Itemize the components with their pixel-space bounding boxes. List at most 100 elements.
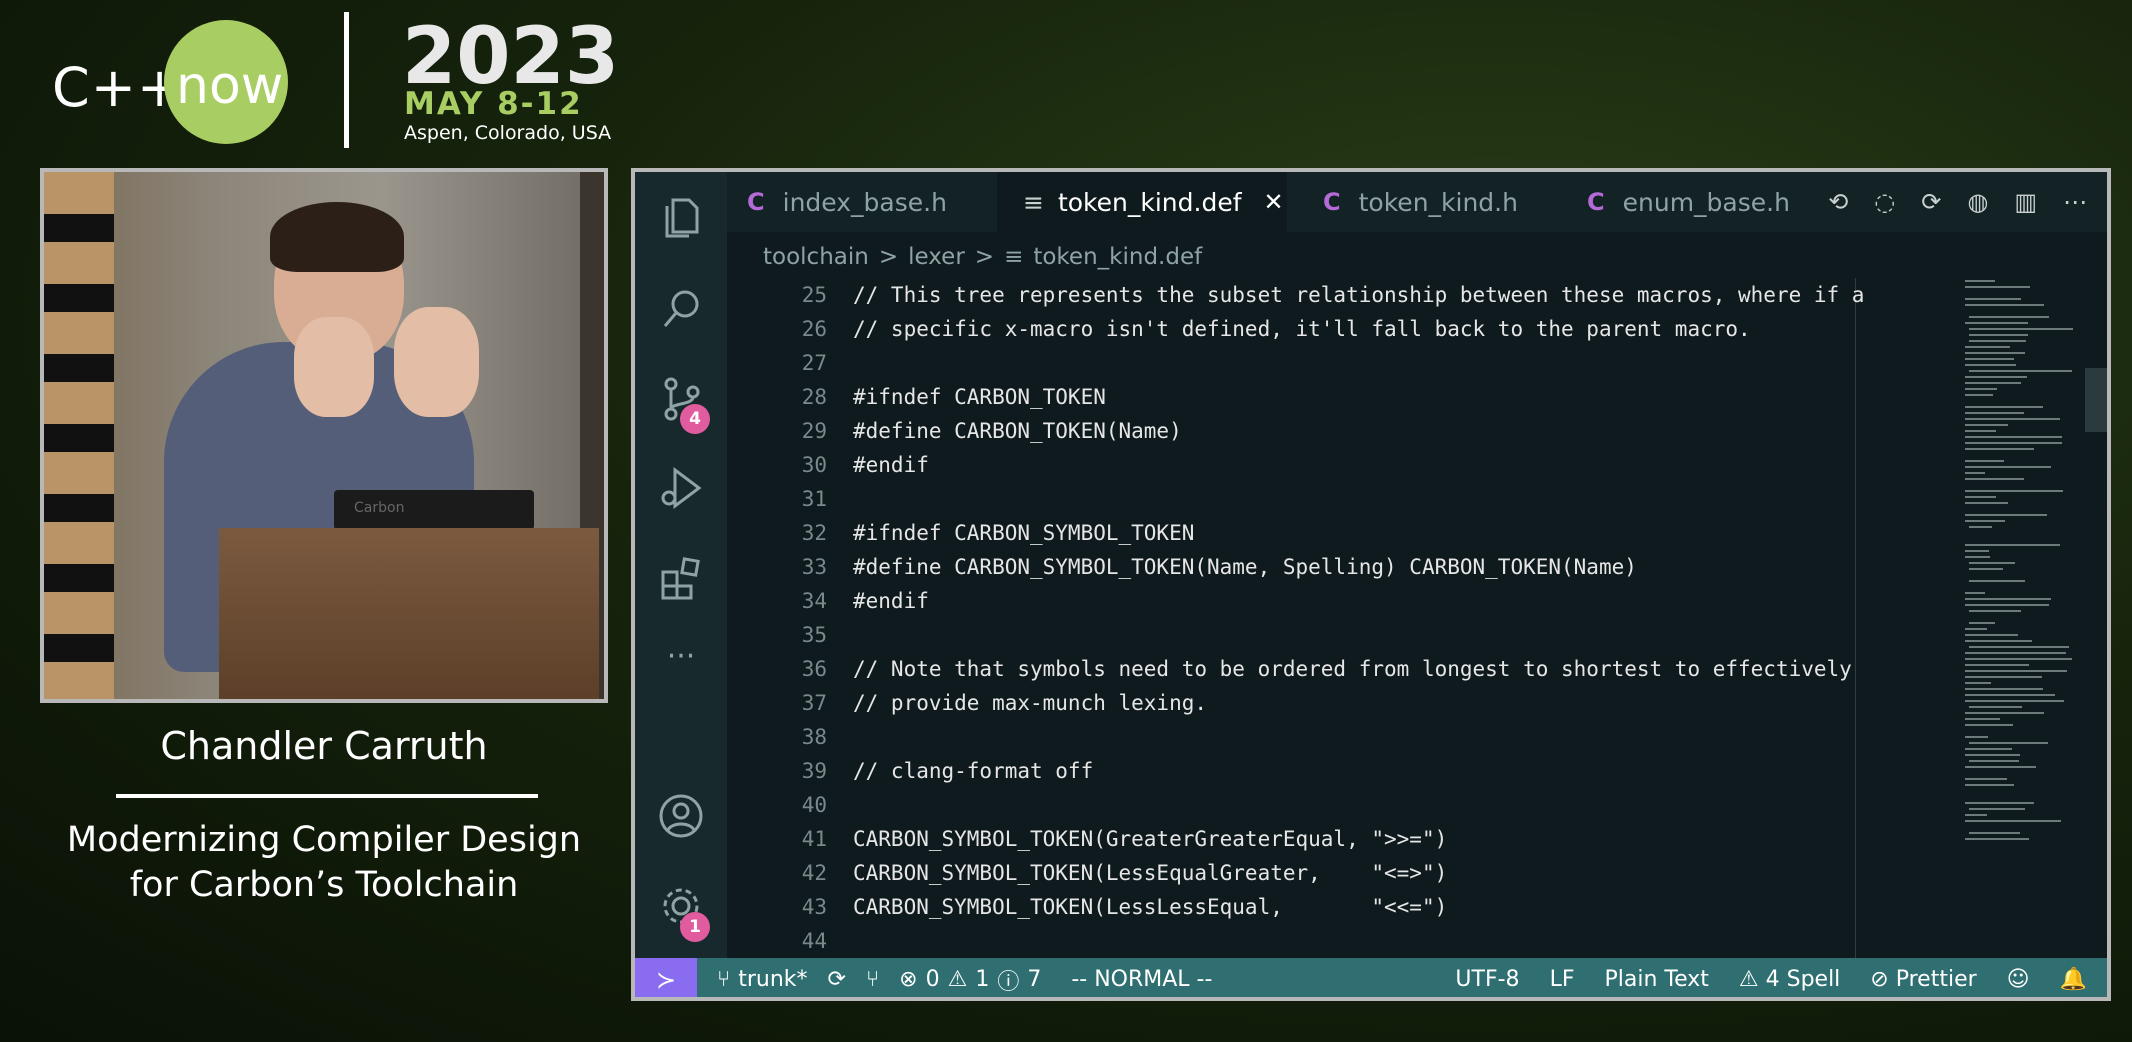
- code-line[interactable]: 34 #endif: [727, 584, 929, 618]
- search-icon[interactable]: [657, 284, 705, 332]
- close-icon[interactable]: ✕: [1264, 188, 1284, 216]
- tab-token-kind-def[interactable]: ≡ token_kind.def ✕: [997, 172, 1287, 232]
- more-icon[interactable]: ···: [657, 642, 705, 690]
- speaker-right-hand: [394, 307, 479, 417]
- code-line[interactable]: 27: [727, 346, 853, 380]
- remote-icon[interactable]: ≻: [635, 958, 697, 997]
- code-line[interactable]: 31: [727, 482, 853, 516]
- info-count: 7: [1027, 967, 1042, 992]
- podium: [219, 528, 599, 699]
- minimap-line: [1969, 316, 2049, 318]
- code-area[interactable]: 25 // This tree represents the subset rel…: [727, 278, 1957, 958]
- code-line[interactable]: 44: [727, 924, 853, 958]
- code-line[interactable]: 41 CARBON_SYMBOL_TOKEN(GreaterGreaterEqua…: [727, 822, 1448, 856]
- code-line[interactable]: 40: [727, 788, 853, 822]
- eol-item[interactable]: LF: [1550, 967, 1575, 992]
- minimap-line: [1965, 838, 2029, 840]
- tab-enum-base[interactable]: C enum_base.h: [1573, 172, 1823, 232]
- breadcrumb-lexer[interactable]: lexer: [908, 244, 965, 270]
- warning-icon: ⚠: [1738, 967, 1766, 992]
- tab-token-kind-h[interactable]: C token_kind.h: [1307, 172, 1547, 232]
- code-line[interactable]: 43 CARBON_SYMBOL_TOKEN(LessLessEqual, "<<…: [727, 890, 1448, 924]
- line-number: 44: [801, 929, 827, 953]
- minimap-line: [1965, 700, 2064, 702]
- conference-logo: C++ now 2023 MAY 8-12 Aspen, Colorado, U…: [52, 12, 619, 148]
- minimap-line: [1969, 370, 2072, 372]
- minimap-line: [1969, 610, 2021, 612]
- git-graph-icon[interactable]: ⑂: [866, 967, 879, 992]
- status-right: UTF-8 LF Plain Text ⚠ 4 Spell ⊘ Prettier…: [1455, 958, 2087, 997]
- code-line[interactable]: 35: [727, 618, 853, 652]
- error-icon: ⊗: [899, 967, 918, 992]
- go-back-icon[interactable]: ⟲: [1828, 188, 1848, 216]
- account-icon[interactable]: [657, 792, 705, 840]
- extensions-icon[interactable]: [657, 554, 705, 602]
- minimap-line: [1965, 748, 2012, 750]
- logo-now-text: now: [176, 56, 284, 116]
- files-icon[interactable]: [657, 194, 705, 242]
- minimap-line: [1965, 664, 2029, 666]
- plain-file-icon: ≡: [1004, 244, 1024, 270]
- branch-item[interactable]: ⑂ trunk*: [717, 967, 808, 992]
- conference-dates: MAY 8-12: [404, 86, 583, 122]
- notifications-bell-icon[interactable]: 🔔: [2060, 967, 2087, 992]
- code-line[interactable]: 26 // specific x-macro isn't defined, it'…: [727, 312, 1751, 346]
- code-line[interactable]: 30 #endif: [727, 448, 929, 482]
- line-text: // This tree represents the subset relat…: [853, 283, 1865, 307]
- code-line[interactable]: 36 // Note that symbols need to be ordere…: [727, 652, 1852, 686]
- language-mode-item[interactable]: Plain Text: [1604, 967, 1708, 992]
- tab-label: index_base.h: [782, 187, 947, 217]
- tab-index-base[interactable]: C index_base.h: [747, 172, 997, 232]
- minimap-line: [1965, 352, 2025, 354]
- code-line[interactable]: 33 #define CARBON_SYMBOL_TOKEN(Name, Spel…: [727, 550, 1637, 584]
- run-debug-icon[interactable]: [657, 464, 705, 512]
- more-actions-icon[interactable]: ⋯: [2063, 188, 2087, 216]
- breadcrumb-file[interactable]: token_kind.def: [1033, 244, 1202, 270]
- code-line[interactable]: 25 // This tree represents the subset rel…: [727, 278, 1865, 312]
- code-line[interactable]: 28 #ifndef CARBON_TOKEN: [727, 380, 1106, 414]
- minimap-line: [1965, 670, 2067, 672]
- minimap-line: [1965, 388, 1997, 390]
- minimap-line: [1965, 736, 1988, 738]
- warning-icon: ⚠: [947, 967, 968, 992]
- code-line[interactable]: 39 // clang-format off: [727, 754, 1094, 788]
- code-line[interactable]: 29 #define CARBON_TOKEN(Name): [727, 414, 1182, 448]
- minimap[interactable]: [1965, 280, 2105, 930]
- minimap-line: [1969, 706, 2022, 708]
- speaker-name: Chandler Carruth: [160, 724, 488, 768]
- line-number: 40: [801, 793, 827, 817]
- minimap-line: [1965, 304, 2044, 306]
- go-forward-icon[interactable]: ⟳: [1921, 188, 1941, 216]
- timeline-icon[interactable]: ◍: [1967, 188, 1988, 216]
- activity-bar: 4 ··· 1: [635, 172, 727, 958]
- minimap-line: [1965, 442, 2062, 444]
- spell-item[interactable]: ⚠ 4 Spell: [1739, 967, 1840, 992]
- code-line[interactable]: 38: [727, 720, 853, 754]
- minimap-line: [1965, 478, 2024, 480]
- line-text: #ifndef CARBON_TOKEN: [853, 385, 1106, 409]
- minimap-line: [1965, 346, 2010, 348]
- laptop-label: Carbon: [354, 500, 405, 516]
- prettier-item[interactable]: ⊘ Prettier: [1870, 967, 1976, 992]
- line-number: 38: [801, 725, 827, 749]
- split-editor-icon[interactable]: ▥: [2014, 188, 2037, 216]
- minimap-line: [1965, 412, 2024, 414]
- feedback-icon[interactable]: ☺: [2007, 967, 2030, 992]
- code-line[interactable]: 37 // provide max-munch lexing.: [727, 686, 1207, 720]
- minimap-line: [1969, 622, 1995, 624]
- scrollbar-thumb[interactable]: [2085, 368, 2107, 432]
- minimap-line: [1965, 280, 1995, 282]
- encoding-item[interactable]: UTF-8: [1455, 967, 1519, 992]
- minimap-line: [1965, 496, 1996, 498]
- caption-divider: [116, 794, 538, 798]
- editor-toolbar: ⟲ ◌ ⟳ ◍ ▥ ⋯: [1828, 172, 2087, 232]
- code-line[interactable]: 42 CARBON_SYMBOL_TOKEN(LessEqualGreater, …: [727, 856, 1448, 890]
- minimap-line: [1965, 604, 2049, 606]
- c-file-icon: C: [1587, 188, 1605, 216]
- commit-icon[interactable]: ◌: [1874, 188, 1895, 216]
- minimap-line: [1965, 364, 2016, 366]
- code-line[interactable]: 32 #ifndef CARBON_SYMBOL_TOKEN: [727, 516, 1195, 550]
- breadcrumb-toolchain[interactable]: toolchain: [763, 244, 869, 270]
- problems-item[interactable]: ⊗ 0 ⚠ 1 ⓘ 7: [899, 964, 1041, 996]
- sync-icon[interactable]: ⟳: [828, 967, 846, 992]
